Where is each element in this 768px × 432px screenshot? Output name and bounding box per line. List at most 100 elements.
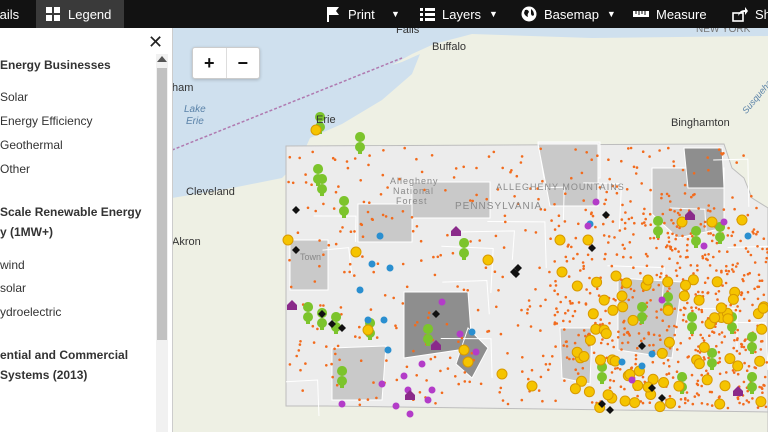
- solar-dot: [734, 308, 738, 312]
- scroll-up-arrow-icon[interactable]: [157, 56, 167, 62]
- legend-section-residential-title: ential and Commercial: [0, 348, 129, 362]
- solar-dot: [550, 219, 553, 222]
- solar-dot: [723, 335, 726, 338]
- measure-button[interactable]: Measure: [632, 0, 707, 28]
- solar-dot: [658, 334, 661, 337]
- layers-button[interactable]: Layers ▼: [418, 0, 498, 28]
- solar-dot: [706, 258, 709, 262]
- solar-dot: [642, 212, 645, 215]
- solar-dot: [733, 331, 737, 334]
- solar-dot: [574, 236, 578, 240]
- details-tab[interactable]: tails: [0, 0, 32, 28]
- solar-dot: [544, 363, 548, 366]
- solar-dot: [562, 344, 565, 347]
- solar-dot: [564, 255, 568, 259]
- sun-icon: [587, 308, 599, 320]
- solar-dot: [581, 366, 585, 370]
- legend-tab[interactable]: Legend: [36, 0, 124, 28]
- solar-dot: [379, 193, 383, 196]
- solar-dot: [568, 299, 572, 303]
- solar-dot: [606, 342, 610, 346]
- solar-dot: [691, 402, 695, 406]
- close-icon[interactable]: ✕: [148, 32, 163, 53]
- solar-dot: [304, 181, 308, 184]
- solar-dot: [288, 258, 291, 262]
- solar-dot: [740, 291, 743, 294]
- solar-dot: [736, 337, 739, 340]
- sun-icon: [282, 234, 294, 246]
- solar-dot: [384, 215, 388, 218]
- solar-dot: [354, 335, 357, 338]
- solar-dot: [645, 264, 649, 268]
- lightbulb-icon: [303, 312, 313, 322]
- solar-dot: [433, 355, 437, 359]
- solar-dot: [659, 272, 663, 275]
- solar-dot: [722, 208, 726, 211]
- solar-dot: [681, 168, 685, 172]
- solar-dot: [707, 168, 710, 172]
- zoom-out-button[interactable]: −: [225, 48, 260, 78]
- solar-dot: [516, 324, 520, 327]
- sun-icon: [619, 395, 631, 407]
- solar-dot: [439, 369, 442, 373]
- map-label-lake-erie-2: Erie: [186, 116, 204, 127]
- solar-dot: [676, 211, 680, 215]
- solar-dot: [675, 225, 679, 228]
- solar-dot: [753, 366, 756, 369]
- solar-dot: [665, 328, 669, 332]
- basemap-button[interactable]: Basemap ▼: [520, 0, 616, 28]
- solar-dot: [700, 373, 703, 377]
- solar-dot: [703, 225, 706, 228]
- solar-dot: [752, 228, 756, 231]
- solar-dot: [446, 233, 449, 237]
- solar-dot: [585, 151, 588, 154]
- legend-item-utility-solar: solar: [0, 281, 27, 295]
- solar-dot: [445, 322, 449, 326]
- lightbulb-icon: [687, 322, 697, 332]
- solar-dot: [299, 368, 302, 372]
- zoom-in-button[interactable]: +: [193, 48, 226, 78]
- solar-dot: [711, 330, 714, 334]
- ruler-icon: [633, 11, 649, 17]
- solar-dot: [353, 274, 356, 277]
- solar-dot: [738, 309, 742, 313]
- solar-dot: [699, 222, 703, 226]
- sun-icon: [578, 351, 590, 362]
- solar-dot: [433, 273, 437, 277]
- solar-dot: [487, 155, 491, 158]
- solar-dot: [415, 225, 419, 228]
- solar-dot: [697, 308, 701, 311]
- solar-dot: [659, 308, 663, 311]
- share-button[interactable]: Sha: [731, 0, 768, 28]
- map-label-allegheny-mountains: ALLEGHENY MOUNTAINS: [496, 182, 625, 192]
- legend-scrollbar-thumb[interactable]: [157, 68, 167, 340]
- solar-dot: [667, 194, 671, 198]
- solar-dot: [582, 267, 585, 270]
- map-canvas[interactable]: [172, 28, 768, 432]
- solar-dot: [642, 337, 646, 340]
- solar-dot: [336, 344, 340, 348]
- solar-dot: [568, 357, 571, 361]
- print-dropdown-button[interactable]: ▼: [389, 0, 400, 28]
- solar-dot: [539, 329, 542, 332]
- print-button[interactable]: Print: [324, 0, 375, 28]
- solar-dot: [603, 202, 606, 206]
- solar-dot: [524, 229, 527, 232]
- purple-dot: [658, 296, 666, 304]
- solar-dot: [584, 302, 588, 305]
- solar-dot: [717, 396, 721, 399]
- solar-dot: [749, 253, 753, 257]
- map-label-binghamton: Binghamton: [671, 117, 730, 129]
- sun-icon: [482, 254, 494, 266]
- solar-dot: [757, 273, 761, 277]
- solar-dot: [520, 308, 523, 312]
- solar-dot: [648, 401, 652, 405]
- solar-dot: [360, 223, 364, 227]
- solar-dot: [615, 253, 619, 256]
- solar-dot: [701, 256, 705, 260]
- lightbulb-icon: [423, 334, 433, 344]
- solar-dot: [629, 200, 632, 203]
- solar-dot: [479, 382, 483, 386]
- map-svg: [172, 28, 768, 432]
- solar-dot: [557, 214, 561, 217]
